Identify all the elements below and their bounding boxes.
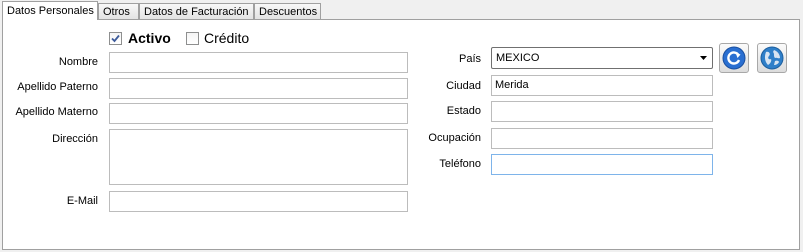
apellido-paterno-field[interactable] <box>109 78 408 99</box>
credito-checkbox[interactable] <box>186 32 199 45</box>
refresh-button[interactable] <box>719 43 749 73</box>
pais-label: País <box>458 53 481 65</box>
nombre-field[interactable] <box>109 52 408 73</box>
ciudad-field[interactable]: Merida <box>491 75 713 96</box>
telefono-field[interactable] <box>491 154 713 175</box>
apellido-materno-field[interactable] <box>109 103 408 124</box>
ocupacion-label: Ocupación <box>428 132 481 144</box>
apellido-paterno-label: Apellido Paterno <box>17 81 98 93</box>
telefono-label: Teléfono <box>439 158 481 170</box>
tab-datos-facturacion[interactable]: Datos de Facturación <box>139 3 254 19</box>
globe-button[interactable] <box>757 43 787 73</box>
ocupacion-field[interactable] <box>491 128 713 149</box>
chevron-down-icon <box>700 56 707 60</box>
tab-otros[interactable]: Otros <box>98 3 139 19</box>
refresh-icon <box>722 46 746 70</box>
ciudad-label: Ciudad <box>446 80 481 92</box>
email-label: E-Mail <box>66 195 98 207</box>
credito-label: Crédito <box>204 30 250 46</box>
pais-select[interactable]: MEXICO <box>491 47 713 69</box>
estado-label: Estado <box>446 105 481 117</box>
estado-field[interactable] <box>491 101 713 122</box>
email-field[interactable] <box>109 191 408 212</box>
direccion-textarea[interactable] <box>109 129 408 185</box>
activo-label: Activo <box>128 30 171 46</box>
checkmark-icon <box>111 34 120 43</box>
globe-icon <box>760 46 784 70</box>
tab-descuentos[interactable]: Descuentos <box>254 3 321 19</box>
pais-selected-value: MEXICO <box>496 52 540 64</box>
apellido-materno-label: Apellido Materno <box>15 106 98 118</box>
tab-datos-personales[interactable]: Datos Personales <box>2 1 98 20</box>
activo-checkbox[interactable] <box>109 32 122 45</box>
direccion-label: Dirección <box>52 133 98 145</box>
nombre-label: Nombre <box>58 56 98 68</box>
